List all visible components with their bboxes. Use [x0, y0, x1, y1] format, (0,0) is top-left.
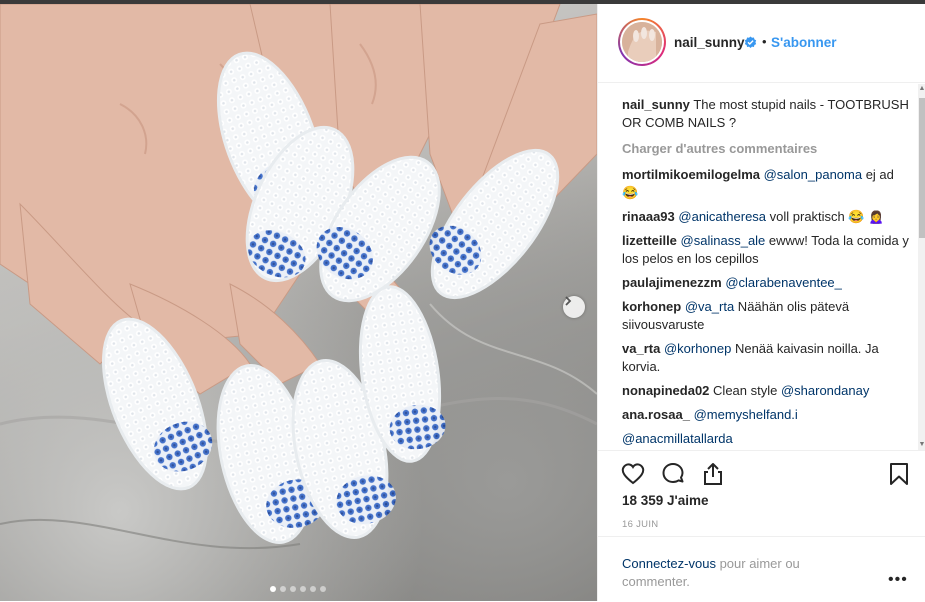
comment-username[interactable]: ana.rosaa_ [622, 407, 690, 422]
avatar [622, 22, 662, 62]
comment-mention[interactable]: @salinass_ale [681, 233, 766, 248]
comment-username[interactable]: lizetteille [622, 233, 677, 248]
comment-item: @anacmillatallarda [622, 430, 912, 446]
carousel-dot[interactable] [310, 586, 316, 592]
heart-icon[interactable] [620, 461, 646, 487]
comment-mention[interactable]: @korhonep [664, 341, 731, 356]
post-actions [598, 450, 925, 499]
comment-items: mortilmikoemilogelma @salon_panoma ej ad… [622, 166, 912, 446]
comment-item: mortilmikoemilogelma @salon_panoma ej ad… [622, 166, 912, 202]
carousel-indicator [270, 586, 326, 592]
login-link[interactable]: Connectez-vous [622, 556, 716, 571]
comment-mention[interactable]: @anicatheresa [678, 209, 766, 224]
follow-button[interactable]: S'abonner [771, 35, 836, 50]
comment-item: rinaaa93 @anicatheresa voll praktisch 😂 … [622, 208, 912, 226]
carousel-dot[interactable] [270, 586, 276, 592]
comment-username[interactable]: korhonep [622, 299, 681, 314]
header-separator: • [762, 34, 767, 49]
carousel-next-button[interactable] [563, 296, 585, 318]
photo-illustration [0, 4, 597, 550]
verified-badge-icon [744, 36, 757, 48]
comment-item: nonapineda02 Clean style @sharondanay [622, 382, 912, 400]
more-options-button[interactable]: ••• [888, 571, 908, 589]
comment-username[interactable]: paulajimenezzm [622, 275, 722, 290]
post-username[interactable]: nail_sunny [674, 35, 745, 50]
comment-username[interactable]: rinaaa93 [622, 209, 675, 224]
comment-item: korhonep @va_rta Näähän olis pätevä siiv… [622, 298, 912, 334]
caption-username[interactable]: nail_sunny [622, 97, 690, 112]
comment-mention[interactable]: @salon_panoma [764, 167, 862, 182]
post-date[interactable]: 16 JUIN [622, 519, 658, 530]
comment-text: Nenää kaivasin noilla. Ja korvia. [622, 341, 879, 374]
comment-mention[interactable]: @anacmillatallarda [622, 431, 733, 446]
share-icon[interactable] [700, 461, 726, 487]
comment-mention[interactable]: @memyshelfand.i [694, 407, 798, 422]
login-prompt: Connectez-vous pour aimer ou commenter. … [598, 536, 925, 602]
login-prompt-text: Connectez-vous pour aimer ou commenter. [622, 555, 852, 591]
comment-bubble-icon[interactable] [660, 461, 686, 487]
comment-item: lizetteille @salinass_ale ewww! Toda la … [622, 232, 912, 268]
bookmark-icon[interactable] [886, 461, 912, 487]
avatar-story-ring[interactable] [618, 18, 666, 66]
post-side-panel: nail_sunny • S'abonner nail_sunny The mo… [597, 4, 925, 601]
caption: nail_sunny The most stupid nails - TOOTB… [622, 96, 912, 132]
comment-text: voll praktisch 😂 🙍‍♀️ [766, 209, 885, 224]
comment-item: va_rta @korhonep Nenää kaivasin noilla. … [622, 340, 912, 376]
comment-mention[interactable]: @clarabenaventee_ [725, 275, 842, 290]
carousel-dot[interactable] [300, 586, 306, 592]
comment-text: Clean style [713, 383, 781, 398]
carousel-dot[interactable] [320, 586, 326, 592]
scroll-up-arrow[interactable]: ▲ [918, 84, 925, 94]
comment-username[interactable]: nonapineda02 [622, 383, 709, 398]
comment-mention[interactable]: @sharondanay [781, 383, 869, 398]
carousel-dot[interactable] [290, 586, 296, 592]
comments-list: nail_sunny The most stupid nails - TOOTB… [622, 96, 912, 446]
comment-item: ana.rosaa_ @memyshelfand.i [622, 406, 912, 424]
load-more-comments-button[interactable]: Charger d'autres commentaires [622, 140, 912, 158]
post-header: nail_sunny • S'abonner [598, 4, 925, 83]
scroll-thumb[interactable] [919, 98, 925, 238]
comment-username[interactable]: mortilmikoemilogelma [622, 167, 760, 182]
comment-username[interactable]: va_rta [622, 341, 660, 356]
comment-mention[interactable]: @va_rta [685, 299, 734, 314]
carousel-dot[interactable] [280, 586, 286, 592]
chevron-right-icon [565, 296, 572, 306]
scroll-down-arrow[interactable]: ▼ [918, 440, 925, 450]
post-photo[interactable] [0, 4, 597, 601]
avatar-image [622, 22, 662, 62]
comment-item: paulajimenezzm @clarabenaventee_ [622, 274, 912, 292]
comments-scrollbar[interactable]: ▲ ▼ [918, 84, 925, 450]
likes-count[interactable]: 18 359 J'aime [622, 493, 709, 508]
